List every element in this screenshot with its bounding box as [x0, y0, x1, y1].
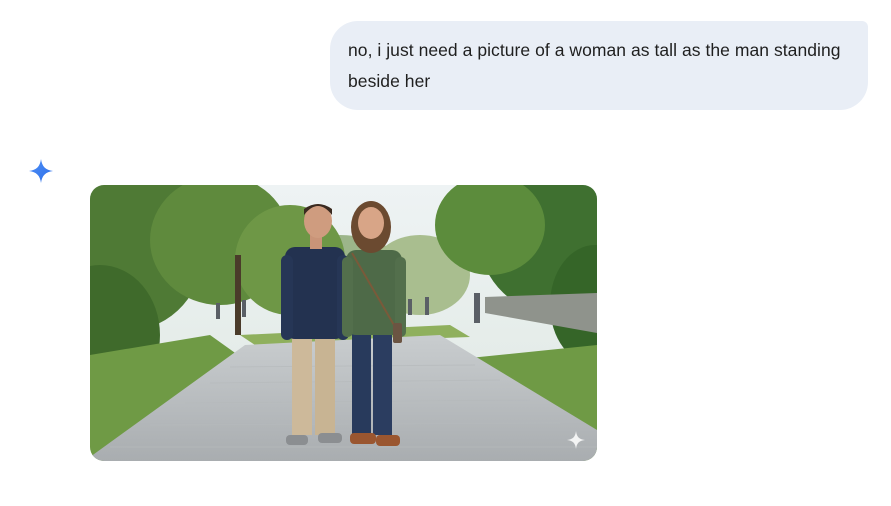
chat-conversation: no, i just need a picture of a woman as … — [0, 0, 891, 506]
gemini-sparkle-icon — [27, 157, 55, 185]
user-message-text: no, i just need a picture of a woman as … — [348, 40, 841, 91]
user-message-bubble: no, i just need a picture of a woman as … — [330, 21, 868, 110]
park-scene-illustration — [90, 185, 597, 461]
generated-image[interactable] — [90, 185, 597, 461]
